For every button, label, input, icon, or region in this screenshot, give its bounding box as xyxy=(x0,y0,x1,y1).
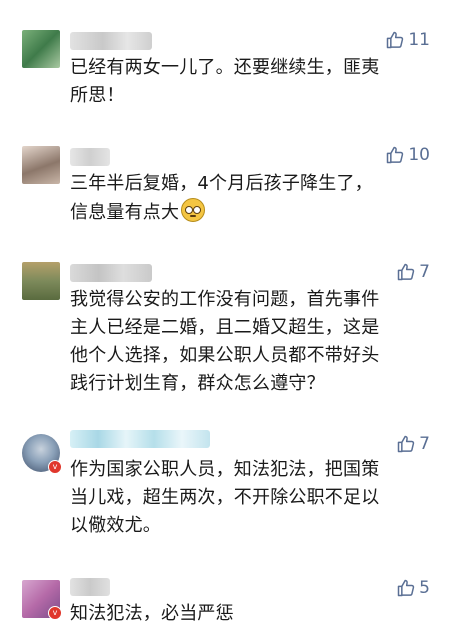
comment-text: 三年半后复婚，4个月后孩子降生了， 信息量有点大 xyxy=(70,170,428,227)
thumbs-up-icon xyxy=(396,434,416,454)
comment-line-with-emoji: 信息量有点大 xyxy=(70,198,428,227)
thumbs-up-icon xyxy=(385,30,405,50)
avatar[interactable] xyxy=(22,30,60,68)
comment-line: 主人已经是二婚，且二婚又超生，这是 xyxy=(70,317,380,338)
comment-text: 知法犯法，必当严惩 xyxy=(70,600,428,628)
username-blurred[interactable] xyxy=(70,148,110,166)
comment-line: 信息量有点大 xyxy=(70,202,180,223)
comment-line: 践行计划生育，群众怎么遵守？ xyxy=(70,373,325,394)
like-button[interactable]: 7 xyxy=(396,432,430,456)
v-badge-icon: v xyxy=(48,460,62,474)
like-count: 7 xyxy=(419,434,430,454)
comment-text: 作为国家公职人员，知法犯法，把国策 当儿戏，超生两次，不开除公职不足以 以儆效尤… xyxy=(70,456,428,540)
username-blurred[interactable] xyxy=(70,32,152,50)
like-button[interactable]: 5 xyxy=(396,576,430,600)
like-button[interactable]: 10 xyxy=(385,143,430,167)
like-button[interactable]: 7 xyxy=(396,260,430,284)
username-blurred[interactable] xyxy=(70,264,152,282)
comment-line: 三年半后复婚，4个月后孩子降生了， xyxy=(70,173,373,194)
avatar[interactable] xyxy=(22,146,60,184)
comment-line: 以儆效尤。 xyxy=(70,515,161,536)
avatar[interactable] xyxy=(22,262,60,300)
pleading-face-emoji xyxy=(181,198,206,222)
like-button[interactable]: 11 xyxy=(385,28,430,52)
comment-line: 作为国家公职人员，知法犯法，把国策 xyxy=(70,459,380,480)
comment-line: 当儿戏，超生两次，不开除公职不足以 xyxy=(70,487,380,508)
comment-text: 已经有两女一儿了。还要继续生，匪夷 所思！ xyxy=(70,54,428,110)
thumbs-up-icon xyxy=(396,578,416,598)
comment-line: 已经有两女一儿了。还要继续生，匪夷 xyxy=(70,57,380,78)
comment-item: 11 已经有两女一儿了。还要继续生，匪夷 所思！ xyxy=(0,0,450,130)
comment-line: 所思！ xyxy=(70,85,125,106)
like-count: 11 xyxy=(408,30,430,50)
like-count: 10 xyxy=(408,145,430,165)
username-blurred[interactable] xyxy=(70,578,110,596)
like-count: 5 xyxy=(419,578,430,598)
v-badge-icon: v xyxy=(48,606,62,620)
comment-line: 我觉得公安的工作没有问题，首先事件 xyxy=(70,289,380,310)
comment-line: 他个人选择，如果公职人员都不带好头 xyxy=(70,345,380,366)
comment-line: 知法犯法，必当严惩 xyxy=(70,603,234,624)
username-blurred[interactable] xyxy=(70,430,210,448)
like-count: 7 xyxy=(419,262,430,282)
comment-text: 我觉得公安的工作没有问题，首先事件 主人已经是二婚，且二婚又超生，这是 他个人选… xyxy=(70,286,428,398)
thumbs-up-icon xyxy=(396,262,416,282)
thumbs-up-icon xyxy=(385,145,405,165)
